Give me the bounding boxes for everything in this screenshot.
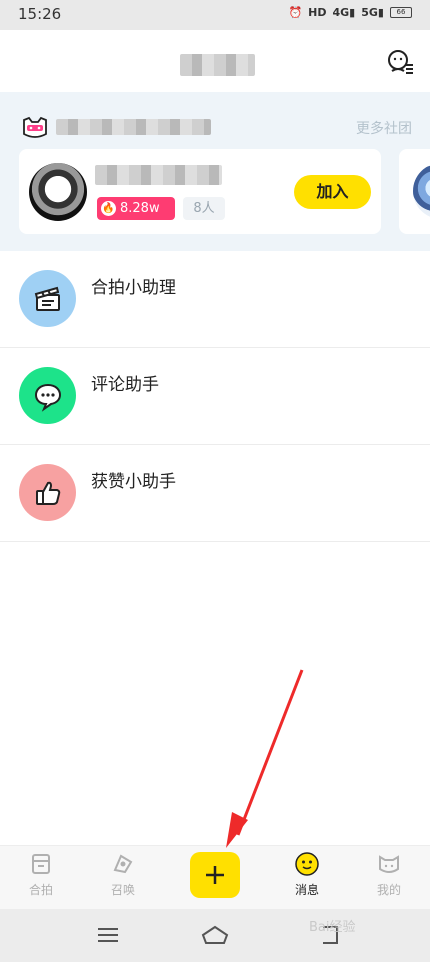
cat-mascot-icon bbox=[23, 116, 47, 138]
clapperboard-icon bbox=[19, 270, 76, 327]
flame-icon: 🔥 bbox=[101, 201, 116, 216]
community-name-blurred bbox=[56, 119, 211, 135]
watermark: Bai经验 bbox=[309, 920, 356, 935]
tab-messages[interactable]: 消息 bbox=[277, 852, 337, 904]
community-card-name-blurred bbox=[95, 165, 222, 185]
hd-icon: HD bbox=[308, 6, 327, 19]
alarm-icon: ⏰ bbox=[288, 6, 303, 19]
signal-4g-icon: 4G▮ bbox=[332, 6, 356, 19]
hot-count: 8.28w bbox=[120, 201, 160, 216]
list-item-label: 合拍小助理 bbox=[91, 278, 176, 298]
join-button[interactable]: 加入 bbox=[294, 175, 371, 209]
box-icon bbox=[32, 854, 50, 874]
add-button[interactable] bbox=[190, 852, 240, 898]
home-icon[interactable] bbox=[200, 921, 230, 949]
more-communities-link[interactable]: 更多社团 bbox=[356, 118, 412, 138]
status-icons: ⏰ HD 4G▮ 5G▮ 66 bbox=[288, 6, 412, 19]
battery-icon: 66 bbox=[390, 7, 412, 18]
tab-label: 召唤 bbox=[110, 883, 135, 897]
summon-icon bbox=[113, 854, 133, 874]
tab-profile[interactable]: 我的 bbox=[359, 852, 419, 904]
menu-icon[interactable] bbox=[93, 921, 123, 949]
member-count-badge: 8人 bbox=[183, 197, 225, 220]
hot-badge: 🔥 8.28w bbox=[97, 197, 175, 220]
community-avatar bbox=[29, 163, 87, 221]
tab-label: 消息 bbox=[294, 883, 319, 897]
contacts-icon[interactable] bbox=[388, 48, 414, 76]
signal-5g-icon: 5G▮ bbox=[361, 6, 384, 19]
list-item-label: 评论助手 bbox=[91, 375, 159, 395]
cat-face-icon bbox=[379, 855, 399, 873]
thumbs-up-icon bbox=[19, 464, 76, 521]
plus-icon bbox=[206, 866, 224, 884]
tab-label: 我的 bbox=[376, 883, 401, 897]
tab-summon[interactable]: 召唤 bbox=[93, 852, 153, 904]
status-time: 15:26 bbox=[18, 5, 62, 23]
page-title-blurred bbox=[180, 54, 255, 76]
list-item-label: 获赞小助手 bbox=[91, 472, 176, 492]
chat-bubble-icon bbox=[19, 367, 76, 424]
emoji-face-icon bbox=[295, 852, 319, 876]
tab-collab[interactable]: 合拍 bbox=[11, 852, 71, 904]
tab-label: 合拍 bbox=[28, 883, 53, 897]
